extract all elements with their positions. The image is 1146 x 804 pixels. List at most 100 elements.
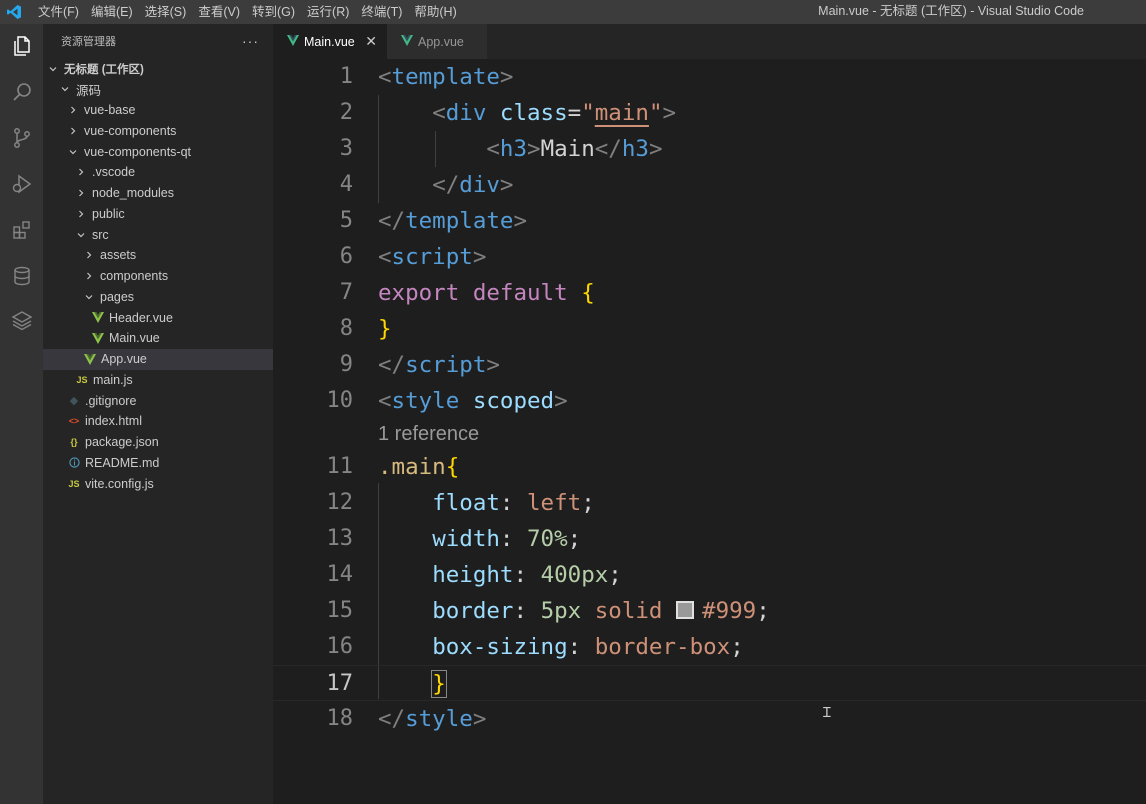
code-line: 1 <template> (273, 59, 1146, 95)
file-item[interactable]: Main.vue (43, 328, 273, 349)
folder-item[interactable]: vue-components (43, 120, 273, 141)
file-item[interactable]: JS main.js (43, 369, 273, 390)
color-swatch[interactable] (676, 601, 695, 619)
code-content: float: left; (378, 485, 595, 521)
folder-item[interactable]: pages (43, 286, 273, 307)
chevron-right-icon (75, 167, 87, 177)
chevron-down-icon (75, 230, 87, 240)
code-token: box-sizing (432, 634, 568, 660)
menu-item[interactable]: 帮助(H) (408, 0, 462, 24)
code-token: template (405, 208, 514, 234)
js-file-icon: JS (76, 374, 88, 385)
explorer-icon[interactable] (0, 26, 43, 66)
code-token: 70% (527, 526, 568, 552)
file-item[interactable]: App.vue (43, 348, 273, 370)
source-control-icon[interactable] (0, 118, 43, 158)
folder-item[interactable]: vue-components-qt (43, 141, 273, 162)
code-token: " (581, 100, 595, 126)
extensions-icon[interactable] (0, 210, 43, 250)
code-editor[interactable]: Ɪ 1 <template> 2 <div class="main"> 3 <h3>M… (273, 59, 1146, 804)
code-token: script (391, 244, 473, 270)
js-file-icon: JS (68, 478, 80, 489)
file-item[interactable]: Header.vue (43, 307, 273, 328)
line-number: 1 (339, 64, 353, 89)
tab-app-vue[interactable]: App.vue (387, 24, 487, 59)
code-token: > (662, 100, 677, 126)
git-file-icon: ◆ (69, 395, 79, 407)
code-token: height (432, 562, 514, 588)
folder-item[interactable]: 无标题 (工作区) (43, 58, 273, 79)
code-token: 400px (540, 562, 609, 588)
vue-file-icon (91, 312, 105, 323)
code-token: > (499, 172, 514, 198)
code-content: <style scoped> (378, 383, 568, 419)
menu-item[interactable]: 转到(G) (246, 0, 301, 24)
code-token: export (378, 280, 460, 306)
code-token: solid (594, 598, 663, 624)
database-icon[interactable] (0, 256, 43, 296)
code-token: : (513, 562, 541, 588)
code-token: } (378, 316, 392, 342)
explorer-sidebar: 资源管理器 ··· 无标题 (工作区) 源码 vue-base vue-compone… (43, 24, 273, 804)
tab-label: Main.vue (304, 34, 355, 49)
menu-item[interactable]: 文件(F) (32, 0, 85, 24)
folder-item[interactable]: public (43, 203, 273, 224)
codelens-references[interactable]: 1 reference (378, 420, 479, 448)
code-token: : (499, 490, 528, 516)
search-icon[interactable] (0, 72, 43, 112)
code-token: class (499, 100, 568, 126)
more-actions-button[interactable]: ··· (242, 33, 259, 49)
code-token: > (486, 352, 500, 378)
folder-item[interactable]: 源码 (43, 79, 273, 100)
line-number: 13 (326, 526, 354, 551)
folder-item[interactable]: .vscode (43, 162, 273, 183)
file-item[interactable]: <> index.html (43, 411, 273, 432)
code-content: height: 400px; (378, 557, 622, 593)
folder-item[interactable]: components (43, 266, 273, 287)
tree-item-label: .gitignore (85, 393, 137, 408)
file-item[interactable]: README.md (43, 452, 273, 473)
line-number: 6 (339, 244, 353, 269)
code-token: style (391, 388, 460, 414)
menu-item[interactable]: 选择(S) (139, 0, 193, 24)
info-file-icon (67, 457, 81, 468)
code-token: > (554, 388, 568, 414)
vue-file-icon (83, 353, 97, 365)
chevron-down-icon (59, 84, 71, 94)
file-item[interactable]: ◆ .gitignore (43, 390, 273, 411)
menu-item[interactable]: 运行(R) (301, 0, 355, 24)
menu-item[interactable]: 终端(T) (355, 0, 408, 24)
code-token: default (472, 280, 568, 306)
run-debug-icon[interactable] (0, 164, 43, 204)
tree-item-label: vite.config.js (85, 476, 154, 491)
folder-item[interactable]: node_modules (43, 183, 273, 204)
code-token: div (459, 172, 500, 198)
code-token: </ (594, 136, 622, 162)
menu-item[interactable]: 查看(V) (192, 0, 246, 24)
folder-item[interactable]: assets (43, 245, 273, 266)
code-token: > (472, 706, 487, 732)
folder-item[interactable]: src (43, 224, 273, 245)
code-token: > (648, 136, 663, 162)
vscode-logo-icon (0, 0, 28, 24)
code-token: ; (756, 598, 770, 624)
folder-item[interactable]: vue-base (43, 100, 273, 121)
line-number: 4 (339, 172, 353, 197)
code-token: border-box (594, 634, 731, 660)
code-token: div (445, 100, 487, 126)
code-token: </ (378, 208, 406, 234)
line-number: 10 (326, 388, 354, 413)
tab-main-vue[interactable]: Main.vue ✕ (273, 24, 387, 59)
code-line: 11 .main{ (273, 449, 1146, 485)
menu-item[interactable]: 编辑(E) (85, 0, 139, 24)
code-token: ; (581, 490, 595, 516)
activity-bar (0, 24, 43, 804)
code-token: { (581, 280, 595, 306)
file-item[interactable]: {} package.json (43, 432, 273, 453)
layers-icon[interactable] (0, 300, 43, 340)
close-icon[interactable]: ✕ (365, 33, 377, 50)
file-item[interactable]: JS vite.config.js (43, 473, 273, 494)
